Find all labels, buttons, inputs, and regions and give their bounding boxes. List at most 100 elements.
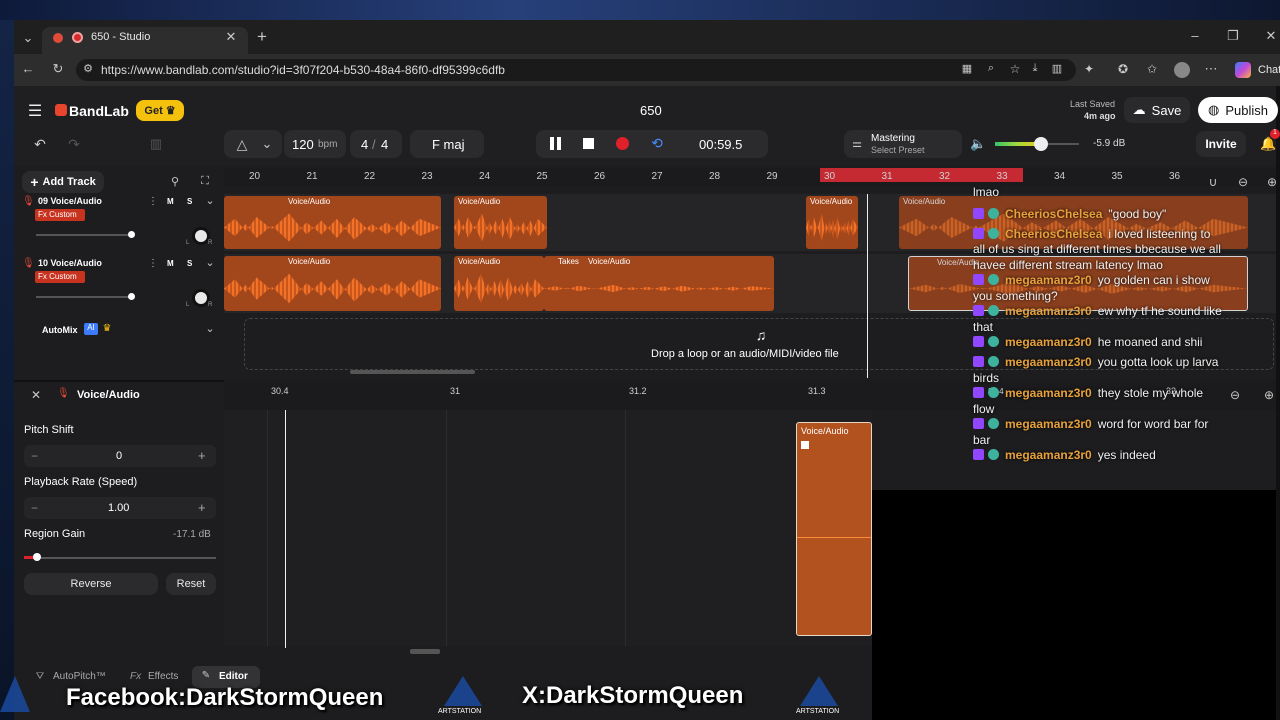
editor-zoom-out-icon[interactable]: ⊖ [1228, 388, 1242, 402]
audio-region[interactable]: Voice/Audio [224, 256, 441, 311]
metronome-control[interactable] [224, 130, 282, 158]
audio-region[interactable]: Voice/Audio [454, 256, 544, 311]
redo-icon[interactable]: ↷ [66, 136, 82, 153]
back-icon[interactable]: ← [20, 61, 36, 76]
loop-region[interactable] [820, 168, 1023, 182]
track-volume-slider[interactable] [36, 234, 132, 236]
last-saved-label: Last Saved [1070, 99, 1116, 109]
chat-text: that [973, 319, 994, 334]
apps-icon[interactable]: ▦ [960, 62, 974, 75]
loop-icon[interactable]: ⟲ [649, 135, 665, 152]
solo-button[interactable]: S [187, 259, 192, 268]
editor-zoom-in-icon[interactable]: ⊕ [1262, 388, 1276, 402]
mute-button[interactable]: M [167, 259, 174, 268]
user-badge-icon [988, 305, 999, 316]
fx-chip[interactable]: Fx Custom [35, 209, 85, 221]
mute-button[interactable]: M [167, 197, 174, 206]
solo-button[interactable]: S [187, 197, 192, 206]
track-more-icon[interactable]: ⋮ [148, 258, 158, 269]
zoom-in-icon[interactable]: ⊕ [1265, 175, 1279, 189]
undo-icon[interactable]: ↶ [32, 136, 48, 153]
time-signature-control[interactable] [350, 130, 402, 158]
copilot-icon[interactable] [1235, 62, 1251, 78]
extensions-icon[interactable]: ✦ [1082, 62, 1096, 76]
pause-icon[interactable] [550, 137, 554, 150]
editor-playhead[interactable] [285, 410, 286, 648]
audio-region[interactable]: Voice/Audio [806, 196, 858, 249]
reset-button[interactable]: Reset [166, 573, 216, 595]
playback-rate-plus[interactable]: + [198, 500, 206, 515]
region-gain-slider[interactable] [24, 557, 216, 559]
chat-text: yo golden can i show [1097, 273, 1210, 287]
close-window-icon[interactable]: ✕ [1264, 28, 1278, 44]
record-icon[interactable] [616, 137, 629, 150]
select-preset-label: Select Preset [871, 145, 925, 155]
add-track-button[interactable]: + Add Track [22, 171, 104, 193]
tool-wand-icon[interactable]: ⚲ [168, 175, 182, 188]
ruler-tick: 36 [1169, 171, 1181, 182]
editor-track-name: Voice/Audio [77, 389, 140, 401]
editor-audio-region[interactable]: Voice/Audio [796, 422, 872, 636]
favorites-icon[interactable]: ✩ [1145, 62, 1159, 76]
track-more-icon[interactable]: ⋮ [148, 196, 158, 207]
horizontal-scrollbar[interactable] [350, 370, 475, 374]
reading-list-icon[interactable]: ▥ [1050, 62, 1064, 75]
reverse-button[interactable]: Reverse [24, 573, 158, 595]
minimize-icon[interactable]: – [1188, 28, 1202, 43]
extension-icon[interactable]: ✪ [1116, 62, 1130, 76]
download-icon[interactable]: ⤓ [1028, 62, 1042, 75]
editor-ruler-tick: 31.2 [629, 386, 647, 396]
site-info-icon[interactable]: ⚙ [82, 62, 94, 75]
save-button[interactable]: ☁ Save [1124, 97, 1190, 123]
close-editor-icon[interactable]: ✕ [29, 388, 43, 402]
tab-editor[interactable]: Editor [219, 671, 248, 682]
takes-region[interactable]: Takes Voice/Audio [544, 256, 774, 311]
zoom-out-icon[interactable]: ⊖ [1236, 175, 1250, 189]
new-tab-icon[interactable]: + [254, 27, 270, 47]
track-name[interactable]: 09 Voice/Audio [38, 196, 102, 206]
chat-username: megaamanz3r0 [1005, 304, 1092, 318]
bookmark-star-icon[interactable]: ☆ [1008, 62, 1022, 76]
fx-chip[interactable]: Fx Custom [35, 271, 85, 283]
reload-icon[interactable]: ↻ [50, 61, 66, 77]
automix-expand-icon[interactable]: ⌄ [204, 322, 216, 335]
tab-effects[interactable]: Effects [148, 671, 178, 682]
editor-canvas[interactable] [224, 410, 872, 646]
editor-scrollbar[interactable] [410, 649, 440, 654]
track-volume-knob[interactable] [128, 293, 135, 300]
region-handle[interactable] [801, 441, 809, 449]
track-volume-slider[interactable] [36, 296, 132, 298]
time-signature-top: 4 [361, 137, 369, 152]
playback-rate-value[interactable]: 1.00 [108, 502, 129, 514]
chat-button[interactable]: Chat [1258, 64, 1280, 76]
tab-list-icon[interactable]: ⌄ [20, 30, 36, 46]
get-membership-button[interactable]: Get ♛ [136, 100, 184, 121]
invite-button[interactable]: Invite [1196, 131, 1246, 157]
track-name[interactable]: 10 Voice/Audio [38, 258, 102, 268]
fx-icon: Fx [130, 671, 142, 682]
track-expand-icon[interactable]: ⌄ [204, 256, 216, 269]
fit-tracks-icon[interactable]: ⛶ [198, 175, 212, 188]
audio-region[interactable]: Voice/Audio [454, 196, 547, 249]
pitch-shift-plus[interactable]: + [198, 448, 206, 463]
profile-avatar[interactable] [1174, 62, 1190, 78]
audio-region[interactable]: Voice/Audio [224, 196, 441, 249]
maximize-icon[interactable]: ❐ [1226, 28, 1240, 44]
tab-autopitch[interactable]: AutoPitch™ [53, 671, 106, 682]
pitch-shift-minus[interactable]: − [31, 449, 38, 463]
track-volume-knob[interactable] [128, 231, 135, 238]
stop-icon[interactable] [583, 138, 594, 149]
tab-close-icon[interactable]: ✕ [224, 29, 238, 45]
pitch-shift-value[interactable]: 0 [116, 450, 122, 462]
publish-button[interactable]: ◍ Publish [1198, 97, 1278, 123]
zoom-icon[interactable]: ⌕ [984, 62, 998, 75]
snap-magnet-icon[interactable]: ∪ [1206, 175, 1220, 189]
track-expand-icon[interactable]: ⌄ [204, 194, 216, 207]
metronome-dropdown-icon[interactable]: ⌄ [261, 136, 273, 152]
speaker-icon[interactable]: 🔈 [970, 136, 986, 152]
playhead[interactable] [867, 194, 868, 378]
playback-rate-minus[interactable]: − [31, 501, 38, 515]
mixer-icon[interactable]: ▥ [148, 136, 164, 152]
more-menu-icon[interactable]: ⋯ [1204, 61, 1218, 77]
hamburger-menu-icon[interactable]: ☰ [26, 101, 44, 121]
